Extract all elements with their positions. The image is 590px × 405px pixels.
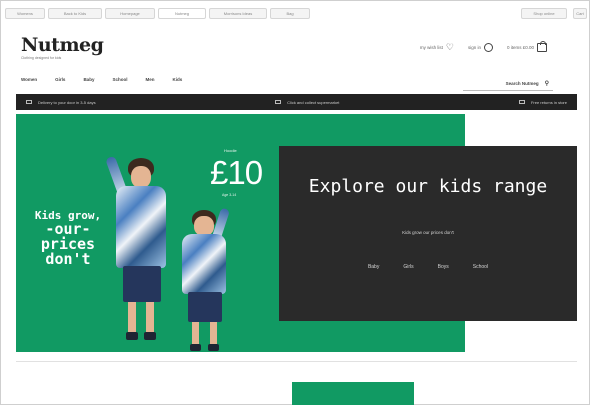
browser-tab-active[interactable]: Nutmeg [158,7,206,19]
van-icon [26,100,32,104]
nav-item-baby[interactable]: Baby [83,77,94,82]
panel-link-girls[interactable]: Girls [403,264,413,270]
hero-tagline: Kids grow, -our- prices don't [24,209,112,267]
browser-tab[interactable]: Womens [5,7,45,19]
hero-price: £10 [210,154,263,191]
browser-tab[interactable]: Bag [270,7,310,19]
nav-item-school[interactable]: School [112,77,127,82]
basket-label: 0 items £0.00 [506,45,534,50]
bag-icon [537,41,547,52]
nav-item-women[interactable]: Women [21,77,37,82]
shop-online-button[interactable]: Shop online [521,7,567,19]
panel-subtitle: Kids grow our prices don't [402,230,454,235]
child-photo-older [105,152,176,352]
promo-delivery-text: Delivery to your door in 3-5 days [38,99,96,105]
browser-tab-strip: Womens Back to Kids Homepage Nutmeg Morr… [5,6,587,20]
basket-link[interactable]: 0 items £0.00 [506,41,547,52]
price-age-label: Age 3-14 [222,193,237,197]
nav-item-kids[interactable]: Kids [172,77,182,82]
child-photo-younger [174,206,234,352]
nav-item-men[interactable]: Men [145,77,154,82]
panel-title: Explore our kids range [308,176,548,197]
search-underline [463,90,553,91]
panel-links: Baby Girls Boys School [279,264,577,270]
browser-window: Womens Back to Kids Homepage Nutmeg Morr… [0,0,590,405]
browser-tab[interactable]: Morrisons Ideas [209,7,267,19]
signin-label: sign in [467,45,481,50]
section-divider [16,361,577,362]
browser-tab[interactable]: Back to Kids [48,7,102,19]
main-nav: Women Girls Baby School Men Kids [21,77,182,82]
cart-tab-button[interactable]: Cart [573,7,587,19]
returns-icon [518,100,525,104]
promo-collect[interactable]: Click and collect supermarket [275,100,339,105]
promo-collect-text: Click and collect supermarket [287,99,340,105]
account-icon [483,43,493,52]
search-input[interactable]: Search Nutmeg ⚲ [469,78,549,88]
header-actions: my wish list ♡ sign in 0 items £0.00 [420,41,547,52]
promo-delivery[interactable]: Delivery to your door in 3-5 days [26,100,96,105]
wishlist-link[interactable]: my wish list ♡ [420,43,454,52]
heart-icon: ♡ [445,42,454,52]
panel-link-boys[interactable]: Boys [438,264,449,270]
next-section-banner[interactable] [292,382,414,405]
signin-link[interactable]: sign in [468,43,493,52]
store-icon [275,100,282,104]
hero-tagline-line: don't [45,250,91,268]
panel-link-school[interactable]: School [473,264,488,270]
promo-returns-text: Free returns in store [530,99,567,105]
promo-returns[interactable]: Free returns in store [518,99,567,105]
nutmeg-logo[interactable]: Nutmeg [21,34,104,56]
browser-tab[interactable]: Homepage [105,7,155,19]
wishlist-label: my wish list [419,45,443,50]
promo-bar: Delivery to your door in 3-5 days Click … [16,94,577,110]
panel-link-baby[interactable]: Baby [368,264,379,270]
explore-panel: Explore our kids range Kids grow our pri… [279,146,577,321]
search-icon[interactable]: ⚲ [545,80,549,87]
price-from-label: Hoodie [224,148,237,153]
logo-subtitle: Clothing designed for kids [21,56,62,60]
nav-item-girls[interactable]: Girls [55,77,65,82]
search-label: Search Nutmeg [505,80,539,86]
